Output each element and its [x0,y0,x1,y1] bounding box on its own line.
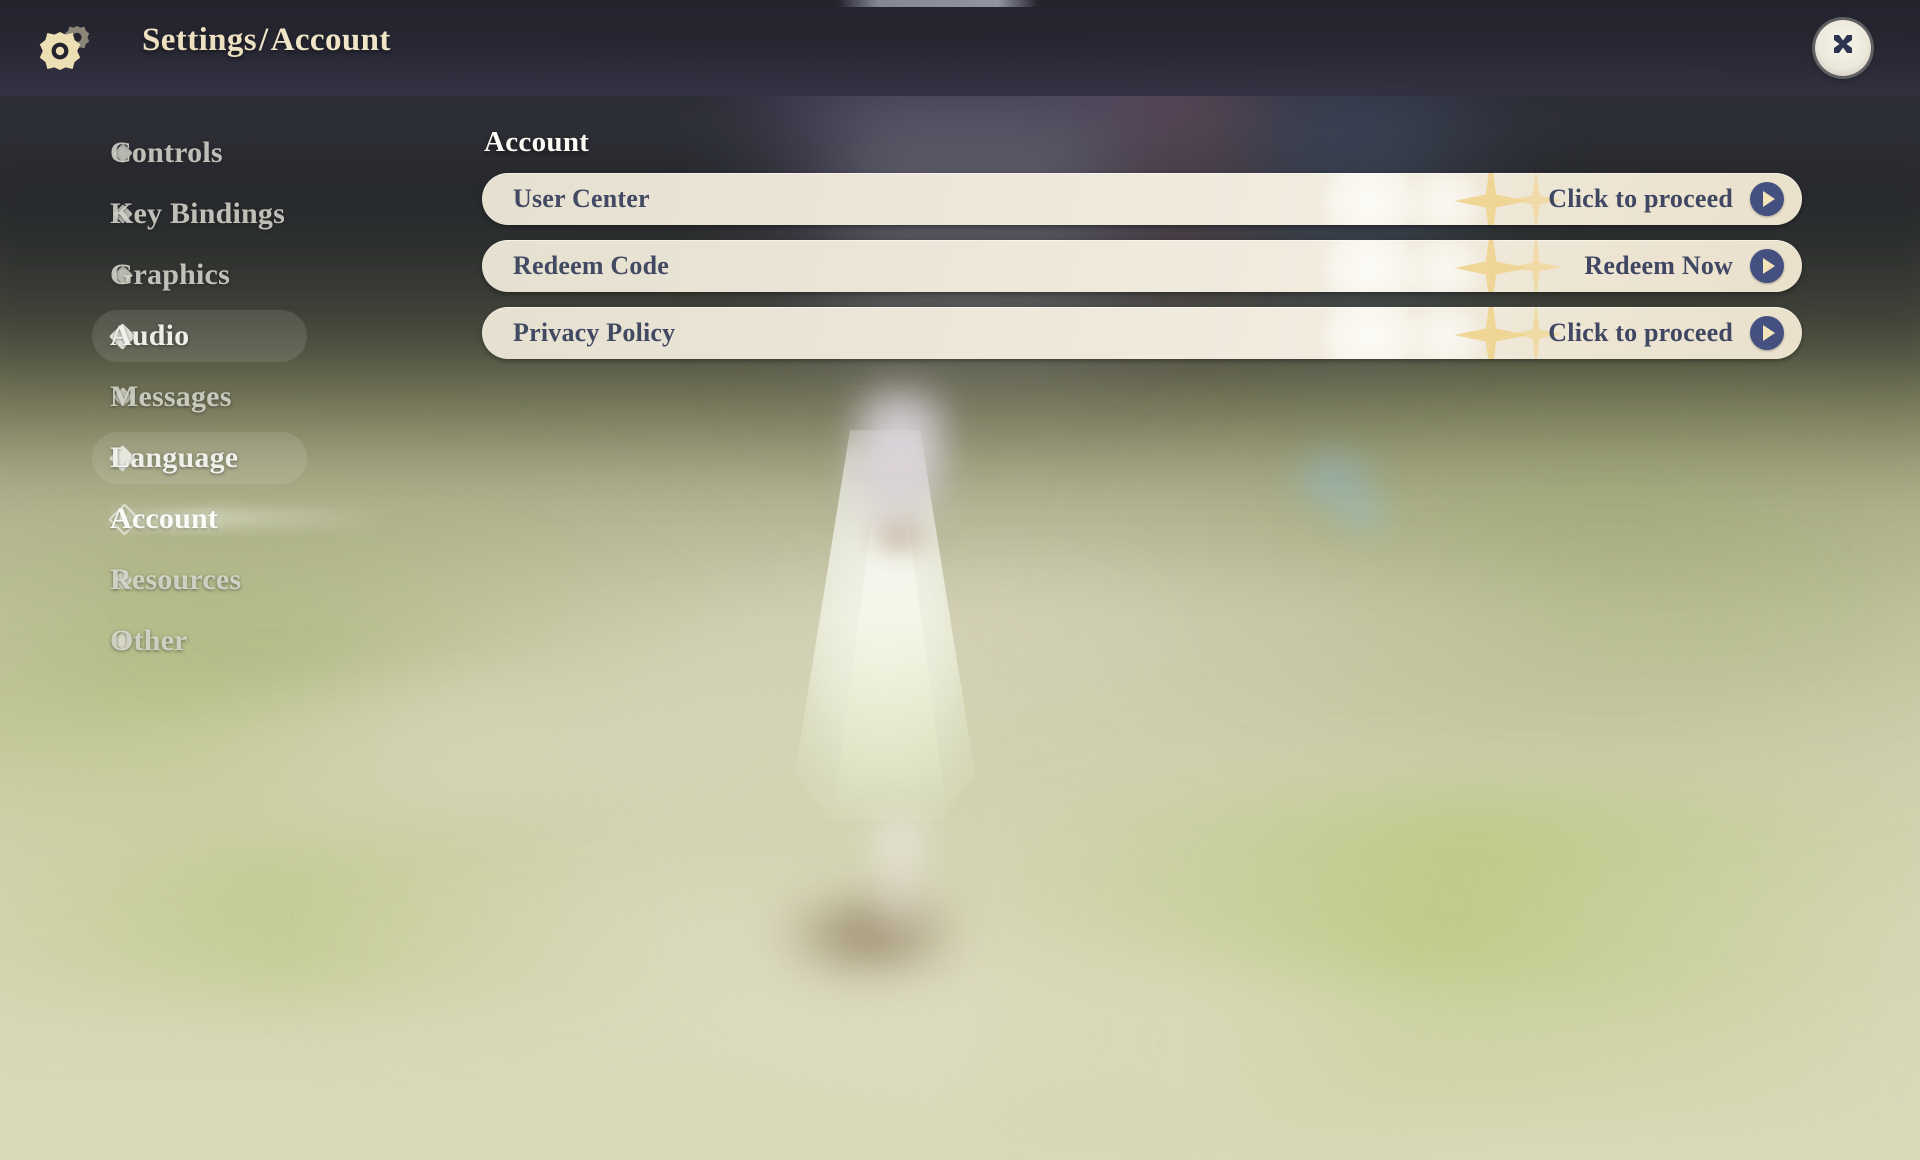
row-action-label: Redeem Now [1584,251,1733,280]
sidebar-item-language[interactable]: Language [0,430,307,486]
sidebar-item-audio[interactable]: Audio [0,308,307,364]
sidebar-item-label: Controls [110,136,223,169]
row-action-group[interactable]: Redeem Now [1584,249,1784,283]
row-action-group[interactable]: Click to proceed [1548,182,1784,216]
sidebar-item-other[interactable]: Other [0,613,260,669]
character-belt [866,520,932,554]
row-label: Redeem Code [513,251,669,280]
sidebar-item-messages[interactable]: Messages [0,369,260,425]
sparkle-icon [1454,173,1528,225]
sidebar-item-label: Key Bindings [110,197,285,230]
sidebar-item-label: Audio [110,319,190,352]
row-label: User Center [513,184,650,213]
character-ground-shadow [770,890,970,980]
character-legs [876,820,922,930]
row-action-label: Click to proceed [1548,318,1733,347]
sparkle-icon [1454,240,1528,292]
settings-sidebar: Controls Key Bindings Graphics Audio Mes… [0,96,470,1160]
page-title: Account [484,126,590,158]
bokeh-circle-icon [1406,307,1484,359]
breadcrumb-current: Account [270,22,391,58]
bokeh-circle-icon [1322,173,1418,225]
sidebar-item-graphics[interactable]: Graphics [0,247,260,303]
row-redeem-code[interactable]: Redeem Code Redeem Now [482,240,1802,292]
title-bar: Settings/Account [0,0,1920,96]
sidebar-item-label: Language [110,441,239,474]
sidebar-item-label: Graphics [110,258,230,291]
sidebar-item-label: Messages [110,380,232,413]
row-privacy-policy[interactable]: Privacy Policy Click to proceed [482,307,1802,359]
row-action-label: Click to proceed [1548,184,1733,213]
breadcrumb-root[interactable]: Settings [142,22,257,58]
chevron-right-icon[interactable] [1750,182,1784,216]
sparkle-icon [1510,240,1562,292]
chevron-right-icon[interactable] [1750,249,1784,283]
chevron-right-icon[interactable] [1750,316,1784,350]
sidebar-item-resources[interactable]: Resources [0,552,260,608]
sidebar-item-label: Other [110,624,188,657]
row-label: Privacy Policy [513,318,676,347]
title-bar-top-notch [838,0,1038,7]
bokeh-circle-icon [1406,173,1484,225]
close-button[interactable] [1815,20,1871,76]
breadcrumb: Settings/Account [142,22,391,59]
close-icon [1828,31,1858,66]
sidebar-item-controls[interactable]: Controls [0,125,260,181]
row-user-center[interactable]: User Center Click to proceed [482,173,1802,225]
background-blue-glint-b [1330,490,1400,540]
sparkle-icon [1454,307,1528,359]
settings-screen: Settings/Account Controls Key Bindings G… [0,0,1920,1160]
sidebar-item-account[interactable]: Account [0,491,260,547]
bokeh-circle-icon [1322,307,1418,359]
sidebar-item-key-bindings[interactable]: Key Bindings [0,186,285,242]
bokeh-circle-icon [1322,240,1418,292]
sidebar-item-label: Account [110,502,219,535]
gear-icon [34,14,100,80]
row-action-group[interactable]: Click to proceed [1548,316,1784,350]
bokeh-circle-icon [1406,240,1484,292]
account-panel: Account User Center Click to proceed Red [482,96,1812,374]
sidebar-item-label: Resources [110,563,242,596]
breadcrumb-separator: / [259,22,269,58]
